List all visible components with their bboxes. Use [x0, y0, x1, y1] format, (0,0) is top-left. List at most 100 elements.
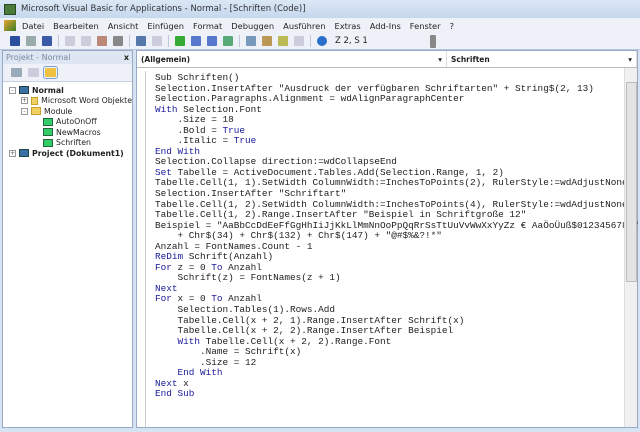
expand-icon[interactable]: +	[9, 149, 16, 157]
module-icon	[43, 138, 53, 147]
tree-node[interactable]: Schriften	[3, 138, 132, 149]
tree-node[interactable]: - Normal	[3, 85, 132, 96]
view-code-icon[interactable]	[11, 68, 22, 77]
menu-format[interactable]: Format	[193, 21, 222, 31]
code-text: Tabelle.Cell(1, 2).Range.InsertAfter "Be…	[155, 209, 527, 221]
separator	[310, 35, 311, 47]
cut-icon[interactable]	[65, 36, 75, 46]
help-icon[interactable]	[317, 36, 327, 46]
separator	[239, 35, 240, 47]
vba-menu-icon[interactable]	[4, 20, 16, 31]
menu-datei[interactable]: Datei	[22, 21, 44, 31]
redo-icon[interactable]	[152, 36, 162, 46]
scrollbar-thumb[interactable]	[626, 82, 637, 282]
insert-userform-icon[interactable]	[26, 36, 36, 46]
project-explorer-icon[interactable]	[246, 36, 256, 46]
separator	[58, 35, 59, 47]
code-combos: (Allgemein) ▾ Schriften ▾	[137, 51, 637, 68]
code-keyword: End Sub	[155, 388, 195, 400]
menu-add-ins[interactable]: Add-Ins	[370, 21, 401, 31]
design-mode-icon[interactable]	[223, 36, 233, 46]
code-text: .Bold =	[155, 124, 223, 136]
project-explorer-toolbar	[3, 64, 132, 82]
code-text: + Chr$(34) + Chr$(132) + Chr$(147) + "@#…	[155, 230, 442, 242]
code-text: Anzahl = FontNames.Count - 1	[155, 240, 313, 252]
tree-node[interactable]: NewMacros	[3, 127, 132, 138]
menu-fenster[interactable]: Fenster	[410, 21, 441, 31]
code-text: Tabelle.Cell(1, 2).SetWidth ColumnWidth:…	[155, 198, 628, 210]
save-icon[interactable]	[42, 36, 52, 46]
menu--[interactable]: ?	[450, 21, 454, 31]
procedure-combo[interactable]: Schriften ▾	[447, 51, 637, 67]
menu-extras[interactable]: Extras	[334, 21, 360, 31]
code-line: End Sub	[155, 389, 623, 400]
code-line: .Size = 12	[155, 357, 623, 369]
code-text: Anzahl	[222, 261, 262, 273]
code-keyword: Next	[155, 377, 178, 389]
toggle-folders-icon[interactable]	[43, 66, 58, 79]
paste-icon[interactable]	[97, 36, 107, 46]
project-explorer-header: Projekt - Normal x	[3, 51, 132, 64]
tree-node[interactable]: - Module	[3, 106, 132, 117]
stop-icon[interactable]	[207, 36, 217, 46]
tree-node-label: Project (Dokument1)	[32, 148, 124, 158]
copy-icon[interactable]	[81, 36, 91, 46]
project-icon	[19, 86, 29, 95]
code-keyword: For	[155, 261, 172, 273]
tree-node-label: NewMacros	[56, 127, 101, 137]
title-bar: Microsoft Visual Basic for Applications …	[0, 0, 640, 18]
project-icon	[19, 149, 29, 158]
undo-icon[interactable]	[136, 36, 146, 46]
run-icon[interactable]	[175, 36, 185, 46]
code-line: End With	[155, 368, 623, 379]
menu-einf-gen[interactable]: Einfügen	[147, 21, 184, 31]
view-object-icon[interactable]	[28, 68, 39, 77]
find-icon[interactable]	[113, 36, 123, 46]
expand-icon[interactable]: +	[21, 97, 28, 105]
menu-debuggen[interactable]: Debuggen	[231, 21, 274, 31]
code-text: Schrift(z) = FontNames(z + 1)	[155, 272, 341, 284]
code-keyword: To	[211, 261, 223, 273]
window-title: Microsoft Visual Basic for Applications …	[21, 4, 306, 14]
code-editor[interactable]: Sub Schriften() Selection.InsertAfter "Au…	[145, 71, 639, 427]
tree-node-label: Schriften	[56, 138, 91, 148]
code-line: Next x	[155, 377, 623, 390]
object-combo[interactable]: (Allgemein) ▾	[137, 51, 447, 67]
code-keyword: With	[155, 335, 201, 347]
pause-icon[interactable]	[191, 36, 201, 46]
code-text: .Size = 18	[155, 114, 234, 126]
toolbox-icon[interactable]	[294, 36, 304, 46]
collapse-icon[interactable]: -	[21, 107, 28, 115]
code-text: .Name = Schrift(x)	[155, 346, 302, 358]
code-text: Selection.InsertAfter "Schriftart"	[155, 188, 347, 200]
code-keyword: Set	[155, 166, 172, 178]
code-text: .Italic =	[155, 135, 234, 147]
menu-bearbeiten[interactable]: Bearbeiten	[53, 21, 99, 31]
tree-node[interactable]: + Microsoft Word Objekte	[3, 96, 132, 107]
code-keyword: ReDim	[155, 251, 184, 263]
tree-node-label: Normal	[32, 85, 64, 95]
tree-node-label: Module	[44, 106, 73, 116]
properties-icon[interactable]	[262, 36, 272, 46]
code-line: .Italic = True	[155, 136, 623, 147]
code-text: Beispiel = "AaBbCcDdEeFfGgHhIiJjKkLlMmNn…	[155, 219, 640, 231]
chevron-down-icon: ▾	[628, 54, 632, 64]
collapse-icon[interactable]: -	[9, 86, 16, 94]
vertical-scrollbar[interactable]	[624, 68, 637, 427]
cursor-position: Z 2, S 1	[335, 36, 368, 46]
tree-node[interactable]: + Project (Dokument1)	[3, 148, 132, 159]
object-browser-icon[interactable]	[278, 36, 288, 46]
code-text: Schrift(Anzahl)	[183, 251, 274, 263]
toolbar-grip[interactable]	[430, 35, 436, 48]
word-view-icon[interactable]	[10, 36, 20, 46]
vba-app-icon	[4, 3, 16, 15]
tree-node[interactable]: AutoOnOff	[3, 117, 132, 128]
code-window: (Allgemein) ▾ Schriften ▾ Sub Schriften() S…	[136, 50, 639, 428]
menu-ansicht[interactable]: Ansicht	[108, 21, 139, 31]
code-text: Sub Schriften()	[155, 72, 240, 83]
menu-ausf-hren[interactable]: Ausführen	[283, 21, 325, 31]
chevron-down-icon: ▾	[438, 54, 442, 64]
close-icon[interactable]: x	[124, 53, 129, 62]
code-text: Selection.Tables(1).Rows.Add	[155, 304, 336, 316]
code-keyword: End With	[155, 367, 223, 379]
